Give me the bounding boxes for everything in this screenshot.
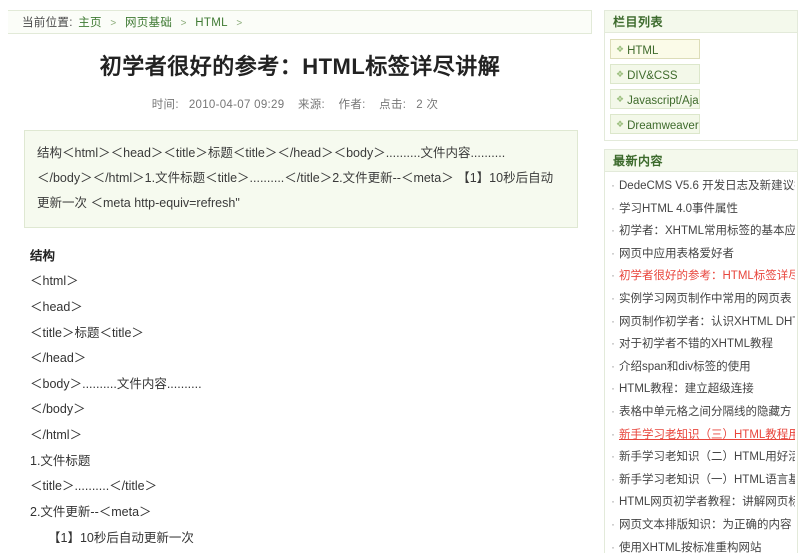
breadcrumb: 当前位置: 主页 > 网页基础 > HTML > [8, 10, 592, 34]
body-line: ＜body＞..........文件内容.......... [30, 376, 202, 391]
article-body: 结构 ＜html＞ ＜head＞ ＜title＞标题＜title＞ ＜/head＞ ＜bo… [30, 244, 578, 553]
list-item[interactable]: 实例学习网页制作中常用的网页表 [609, 288, 795, 311]
body-line: 【1】10秒后自动更新一次 [48, 530, 194, 545]
category-grid: ❖ HTML ❖ DIV&CSS ❖ Javascript/Ajax ❖ Dreamweave… [610, 39, 792, 134]
meta-hits-value: 2 次 [416, 98, 439, 111]
article-summary-box: 结构＜html＞＜head＞＜title＞标题＜title＞＜/head＞＜bo… [24, 129, 578, 228]
categories-panel-body: ❖ HTML ❖ DIV&CSS ❖ Javascript/Ajax ❖ Dreamweave… [605, 33, 797, 140]
body-line: 2.文件更新--＜meta＞ [30, 504, 152, 519]
main-content-column: 当前位置: 主页 > 网页基础 > HTML > 初学者很好的参考：HTML标签… [0, 0, 600, 553]
summary-line: 更新一次 ＜meta http-equiv=refresh" [37, 195, 240, 210]
list-item[interactable]: 初学者很好的参考：HTML标签详尽讲 [609, 265, 795, 288]
list-item[interactable]: 网页中应用表格爱好者 [609, 243, 795, 266]
category-item-dreamweaver[interactable]: ❖ Dreamweaver [610, 114, 700, 134]
meta-source-label: 来源: [297, 98, 326, 111]
meta-time-value: 2010-04-07 09:29 [188, 98, 285, 111]
bullet-icon: ❖ [616, 69, 625, 79]
summary-line: 结构＜html＞＜head＞＜title＞标题＜title＞＜/head＞＜bo… [37, 145, 506, 160]
breadcrumb-link-home[interactable]: 主页 [78, 17, 102, 29]
list-item[interactable]: DedeCMS V5.6 开发日志及新建议提交 [609, 175, 795, 198]
latest-content-panel: 最新内容 DedeCMS V5.6 开发日志及新建议提交学习HTML 4.0事件… [604, 149, 798, 553]
categories-panel-title: 栏目列表 [605, 11, 797, 33]
body-line: ＜head＞ [30, 299, 83, 314]
list-item[interactable]: 新手学习老知识（二）HTML用好活动 [609, 446, 795, 469]
bullet-icon: ❖ [616, 119, 625, 129]
category-item-label: Javascript/Ajax [627, 95, 700, 107]
list-item[interactable]: HTML网页初学者教程：讲解网页标题 [609, 491, 795, 514]
list-item[interactable]: 表格中单元格之间分隔线的隐藏方 [609, 401, 795, 424]
bullet-icon: ❖ [616, 44, 625, 54]
meta-author-label: 作者: [338, 98, 366, 111]
breadcrumb-separator-icon: > [236, 18, 243, 29]
list-item[interactable]: 新手学习老知识（一）HTML语言基础 [609, 469, 795, 492]
category-item-label: HTML [627, 45, 659, 57]
breadcrumb-separator-icon: > [180, 18, 187, 29]
body-line: ＜html＞ [30, 274, 79, 289]
bullet-icon: ❖ [616, 94, 625, 104]
sidebar: 栏目列表 ❖ HTML ❖ DIV&CSS ❖ Javascript/Ajax ❖ Dream… [600, 0, 800, 553]
latest-content-list: DedeCMS V5.6 开发日志及新建议提交学习HTML 4.0事件属性初学者… [605, 172, 797, 553]
article-header: 初学者很好的参考：HTML标签详尽讲解 时间: 2010-04-07 09:29 … [0, 34, 600, 112]
article-meta: 时间: 2010-04-07 09:29 来源: 作者: 点击: 2 次 [0, 96, 600, 112]
body-line: ＜title＞标题＜title＞ [30, 325, 144, 340]
list-item[interactable]: 使用XHTML按标准重构网站 [609, 537, 795, 553]
breadcrumb-link-category[interactable]: 网页基础 [125, 17, 172, 29]
summary-line: ＜/body＞＜/html＞1.文件标题＜title＞..........＜/t… [37, 170, 554, 185]
body-line: ＜/html＞ [30, 428, 83, 443]
body-heading: 结构 [30, 248, 56, 263]
body-line: ＜title＞..........＜/title＞ [30, 479, 158, 494]
list-item[interactable]: 网页文本排版知识：为正确的内容 [609, 514, 795, 537]
list-item[interactable]: 网页制作初学者：认识XHTML DHTML S [609, 311, 795, 334]
page-title: 初学者很好的参考：HTML标签详尽讲解 [99, 54, 501, 79]
category-item-html[interactable]: ❖ HTML [610, 39, 700, 59]
body-line: ＜/head＞ [30, 351, 87, 366]
body-line: 1.文件标题 [30, 453, 91, 468]
category-item-label: Dreamweaver [627, 120, 699, 132]
list-item[interactable]: 介绍span和div标签的使用 [609, 356, 795, 379]
list-item[interactable]: 学习HTML 4.0事件属性 [609, 198, 795, 221]
body-line: ＜/body＞ [30, 402, 86, 417]
latest-content-panel-title: 最新内容 [605, 150, 797, 172]
category-item-div-css[interactable]: ❖ DIV&CSS [610, 64, 700, 84]
breadcrumb-separator-icon: > [110, 18, 117, 29]
list-item[interactable]: HTML教程：建立超级连接 [609, 378, 795, 401]
list-item[interactable]: 新手学习老知识（三）HTML教程用好 [609, 424, 795, 447]
breadcrumb-link-subcategory[interactable]: HTML [195, 17, 228, 29]
categories-panel: 栏目列表 ❖ HTML ❖ DIV&CSS ❖ Javascript/Ajax ❖ Dream… [604, 10, 798, 141]
breadcrumb-label: 当前位置: [22, 17, 73, 29]
page-root: 当前位置: 主页 > 网页基础 > HTML > 初学者很好的参考：HTML标签… [0, 0, 800, 553]
category-item-label: DIV&CSS [627, 70, 678, 82]
list-item[interactable]: 初学者：XHTML常用标签的基本应用指 [609, 220, 795, 243]
meta-time-label: 时间: [151, 98, 179, 111]
list-item[interactable]: 对于初学者不错的XHTML教程 [609, 333, 795, 356]
category-item-javascript-ajax[interactable]: ❖ Javascript/Ajax [610, 89, 700, 109]
meta-hits-label: 点击: [379, 98, 407, 111]
